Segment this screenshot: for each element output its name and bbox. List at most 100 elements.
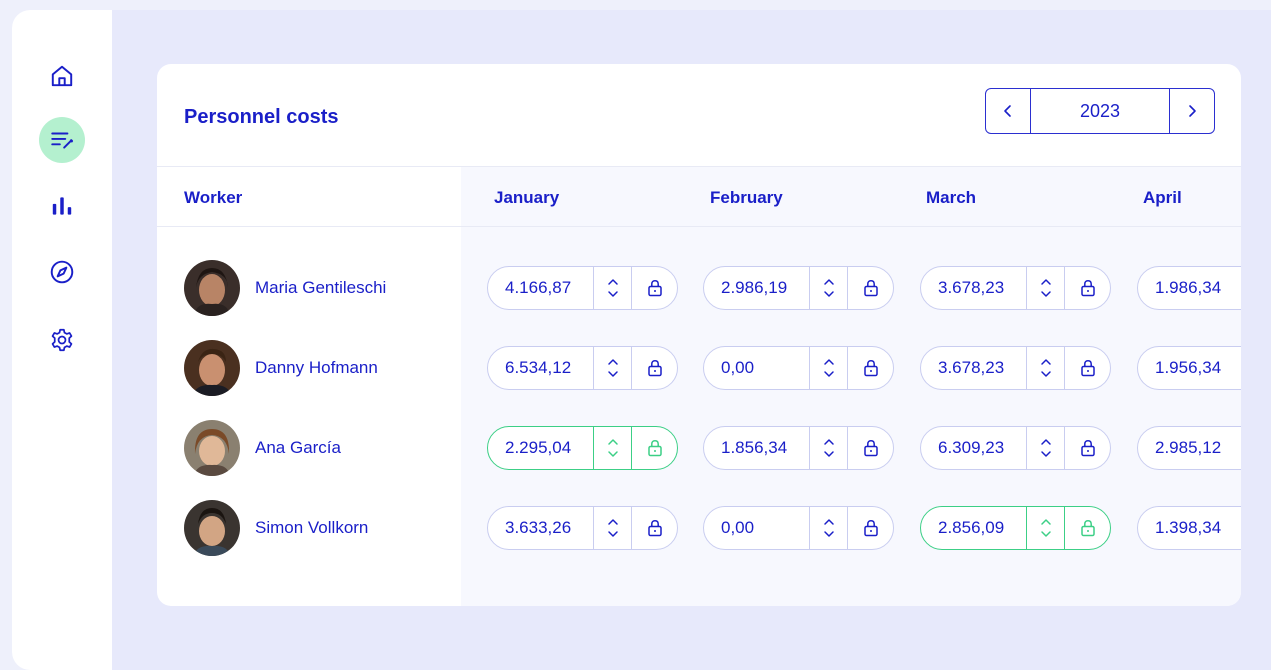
personnel-costs-card: Personnel costs 2023 Worker January Febr… [157,64,1241,606]
cost-cell: 1.398,34 [1137,506,1241,550]
lock-toggle[interactable] [1064,347,1110,389]
value-stepper[interactable] [593,267,631,309]
lock-icon [1080,280,1095,297]
cost-cell: 2.856,09 [920,506,1111,550]
lock-toggle[interactable] [1064,507,1110,549]
cost-input[interactable]: 6.309,23 [921,438,1026,458]
cost-cell: 1.856,34 [703,426,894,470]
previous-year-button[interactable] [986,89,1030,133]
avatar [184,420,240,476]
year-picker: 2023 [985,88,1215,134]
cost-input[interactable]: 1.398,34 [1138,518,1241,538]
cost-input[interactable]: 1.956,34 [1138,358,1241,378]
value-stepper[interactable] [809,507,847,549]
chevron-up-icon [1040,519,1051,525]
cost-input[interactable]: 2.295,04 [488,438,593,458]
cost-cell: 0,00 [703,346,894,390]
avatar [184,500,240,556]
chevron-up-icon [1040,279,1051,285]
chevron-up-icon [1040,359,1051,365]
chevron-down-icon [607,291,618,297]
cost-input[interactable]: 6.534,12 [488,358,593,378]
lock-toggle[interactable] [1064,267,1110,309]
cost-cell: 6.309,23 [920,426,1111,470]
chevron-up-icon [607,519,618,525]
nav-statistics[interactable] [39,183,85,229]
app-window: Personnel costs 2023 Worker January Febr… [12,10,1271,670]
bar-chart-icon [52,197,72,215]
lock-icon [863,280,878,297]
cost-input[interactable]: 3.678,23 [921,358,1026,378]
column-header-divider [157,226,1241,227]
chevron-up-icon [607,279,618,285]
next-year-button[interactable] [1170,89,1214,133]
column-header-april: April [1143,188,1182,207]
lock-icon [647,360,662,377]
cost-input[interactable]: 0,00 [704,358,809,378]
chevron-down-icon [1040,291,1051,297]
lock-toggle[interactable] [1064,427,1110,469]
lock-toggle[interactable] [631,427,677,469]
cost-cell: 1.956,34 [1137,346,1241,390]
compass-icon [50,260,74,284]
avatar [184,260,240,316]
cost-input[interactable]: 2.985,12 [1138,438,1241,458]
cost-input[interactable]: 3.633,26 [488,518,593,538]
page-title: Personnel costs [184,106,339,128]
cost-input[interactable]: 3.678,23 [921,278,1026,298]
cost-input[interactable]: 4.166,87 [488,278,593,298]
nav-explore[interactable] [39,249,85,295]
value-stepper[interactable] [593,347,631,389]
cost-input[interactable]: 1.856,34 [704,438,809,458]
cost-cell: 3.678,23 [920,266,1111,310]
value-stepper[interactable] [809,347,847,389]
value-stepper[interactable] [593,427,631,469]
lock-icon [863,360,878,377]
cost-input[interactable]: 0,00 [704,518,809,538]
cost-cell: 6.534,12 [487,346,678,390]
cost-cell: 3.678,23 [920,346,1111,390]
chevron-down-icon [1040,371,1051,377]
worker-row-maria: Maria Gentileschi [184,260,386,316]
value-stepper[interactable] [809,267,847,309]
column-header-march: March [926,188,977,207]
worker-name: Maria Gentileschi [255,278,387,297]
lock-toggle[interactable] [847,267,893,309]
value-stepper[interactable] [809,427,847,469]
lock-toggle[interactable] [847,347,893,389]
cost-cell: 0,00 [703,506,894,550]
chevron-down-icon [823,371,834,377]
cost-cell: 4.166,87 [487,266,678,310]
lock-icon [647,520,662,537]
worker-name: Ana García [255,438,341,457]
value-stepper[interactable] [1026,347,1064,389]
chevron-down-icon [823,291,834,297]
lock-toggle[interactable] [631,507,677,549]
cost-input[interactable]: 2.986,19 [704,278,809,298]
year-value: 2023 [1030,89,1170,133]
nav-edit-list[interactable] [39,117,85,163]
chevron-left-icon [1004,105,1011,117]
column-header-january: January [494,188,560,207]
column-header-february: February [710,188,783,207]
cost-cell: 3.633,26 [487,506,678,550]
cost-input[interactable]: 1.986,34 [1138,278,1241,298]
chevron-up-icon [823,359,834,365]
lock-toggle[interactable] [631,267,677,309]
lock-icon [863,520,878,537]
value-stepper[interactable] [1026,427,1064,469]
value-stepper[interactable] [593,507,631,549]
lock-toggle[interactable] [847,427,893,469]
cost-input[interactable]: 2.856,09 [921,518,1026,538]
worker-name: Danny Hofmann [255,358,378,377]
nav-home[interactable] [39,53,85,99]
lock-toggle[interactable] [631,347,677,389]
chevron-up-icon [823,279,834,285]
lock-icon [647,440,662,457]
nav-settings[interactable] [39,317,85,363]
value-stepper[interactable] [1026,267,1064,309]
chevron-down-icon [607,451,618,457]
value-stepper[interactable] [1026,507,1064,549]
lock-toggle[interactable] [847,507,893,549]
main-area: Personnel costs 2023 Worker January Febr… [112,10,1271,670]
